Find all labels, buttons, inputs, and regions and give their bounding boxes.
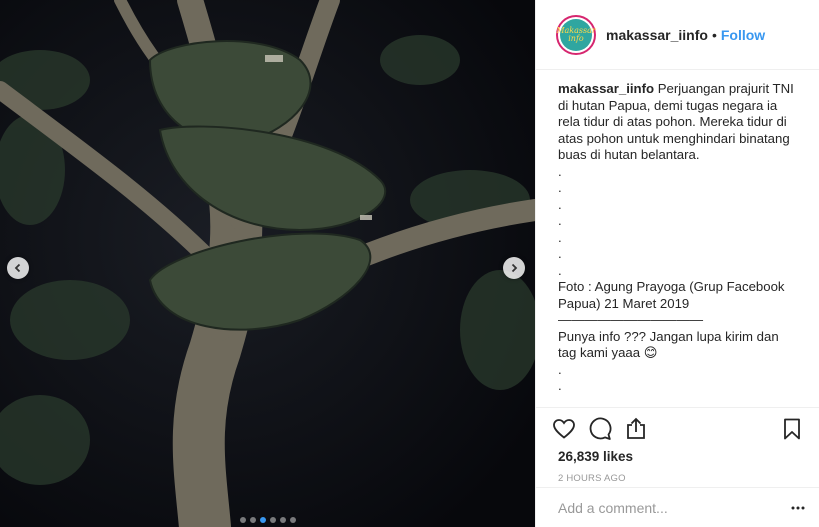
post-actions: 26,839 likes 2 HOURS AGO (536, 407, 819, 484)
caption-dot-line: . (558, 196, 562, 212)
caption-trailing-dots: .. (558, 362, 800, 395)
follow-button[interactable]: Follow (721, 27, 765, 43)
post-photo[interactable] (0, 0, 535, 527)
post-timestamp[interactable]: 2 HOURS AGO (552, 473, 804, 484)
caption-dot-line: . (558, 163, 562, 179)
header-separator: • (711, 26, 717, 43)
photo-scene (0, 0, 535, 527)
heart-icon (553, 419, 575, 439)
share-icon (627, 417, 645, 439)
comment-icon (589, 417, 612, 440)
carousel-dot (239, 517, 246, 523)
caption-dot-line: . (558, 378, 562, 393)
avatar-logo-text: Makassar info (556, 25, 596, 43)
post-header: Makassar info makassar_iinfo • Follow (536, 0, 819, 70)
comment-button[interactable] (588, 417, 612, 441)
more-icon[interactable] (790, 500, 806, 516)
post-details-panel: Makassar info makassar_iinfo • Follow ma… (535, 0, 819, 527)
avatar[interactable]: Makassar info (556, 14, 596, 55)
carousel-indicator (0, 517, 535, 523)
bookmark-icon (784, 418, 800, 440)
carousel-dot (249, 517, 256, 523)
caption-dot-line: . (558, 262, 562, 278)
caption-divider: ——————————— (558, 312, 704, 327)
avatar-image: Makassar info (556, 18, 596, 51)
comment-bar (536, 487, 819, 527)
comment-input[interactable] (558, 499, 790, 516)
caption-dots: ....... (558, 164, 800, 280)
chevron-left-icon (14, 263, 21, 273)
caption-dot-line: . (558, 361, 562, 377)
username-link[interactable]: makassar_iinfo (606, 27, 708, 43)
carousel-dot (269, 517, 276, 523)
next-photo-button[interactable] (503, 257, 525, 279)
previous-photo-button[interactable] (7, 257, 29, 279)
caption-body: makassar_iinfo Perjuangan prajurit TNI d… (558, 81, 800, 164)
carousel-dot (289, 517, 296, 523)
caption-username[interactable]: makassar_iinfo (558, 81, 654, 96)
caption-dot-line: . (558, 213, 562, 228)
likes-count[interactable]: 26,839 likes (552, 449, 804, 464)
chevron-right-icon (511, 263, 518, 273)
caption-dot-line: . (558, 246, 562, 261)
caption-credit: Foto : Agung Prayoga (Grup Facebook Papu… (558, 279, 789, 311)
save-button[interactable] (780, 417, 804, 441)
caption-dot-line: . (558, 229, 562, 245)
share-button[interactable] (624, 417, 648, 441)
caption: makassar_iinfo Perjuangan prajurit TNI d… (536, 71, 819, 407)
carousel-dot (279, 517, 286, 523)
action-icons (552, 408, 804, 450)
caption-cta: Punya info ??? Jangan lupa kirim dan tag… (558, 328, 783, 361)
like-button[interactable] (552, 417, 576, 441)
carousel-dot (259, 517, 266, 523)
caption-dot-line: . (558, 180, 562, 195)
